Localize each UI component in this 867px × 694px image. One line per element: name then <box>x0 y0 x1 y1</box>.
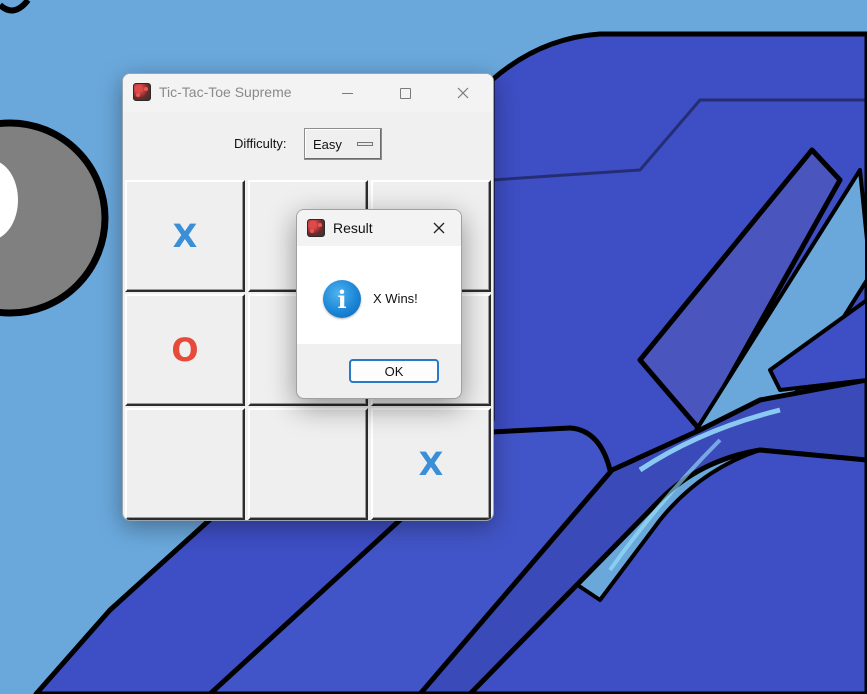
window-title: Tic-Tac-Toe Supreme <box>159 84 292 100</box>
ok-button[interactable]: OK <box>349 359 439 383</box>
dialog-title: Result <box>333 220 373 236</box>
info-icon: i <box>323 280 361 318</box>
dialog-body: i X Wins! <box>297 246 461 344</box>
board-cell-0[interactable]: X <box>125 180 245 292</box>
dialog-close-button[interactable] <box>421 212 457 244</box>
close-icon <box>457 87 469 99</box>
minimize-icon <box>341 92 353 94</box>
maximize-icon <box>399 87 411 99</box>
board-cell-6[interactable] <box>125 408 245 520</box>
window-titlebar[interactable]: Tic-Tac-Toe Supreme <box>123 74 493 112</box>
difficulty-label: Difficulty: <box>234 136 287 151</box>
close-icon <box>433 222 445 234</box>
close-button[interactable] <box>434 74 492 112</box>
maximize-button[interactable] <box>376 74 434 112</box>
difficulty-value: Easy <box>313 137 342 152</box>
result-dialog: Result i X Wins! OK <box>296 209 462 399</box>
dialog-titlebar[interactable]: Result <box>297 210 461 246</box>
game-board-icon <box>133 83 151 101</box>
board-cell-8[interactable]: X <box>371 408 491 520</box>
dialog-message: X Wins! <box>373 291 418 306</box>
option-menu-indicator-icon <box>357 142 373 146</box>
minimize-button[interactable] <box>318 74 376 112</box>
game-board-icon <box>307 219 325 237</box>
board-cell-3[interactable]: O <box>125 294 245 406</box>
board-cell-7[interactable] <box>248 408 368 520</box>
difficulty-row: Difficulty: Easy <box>123 126 493 160</box>
difficulty-select[interactable]: Easy <box>304 128 382 160</box>
